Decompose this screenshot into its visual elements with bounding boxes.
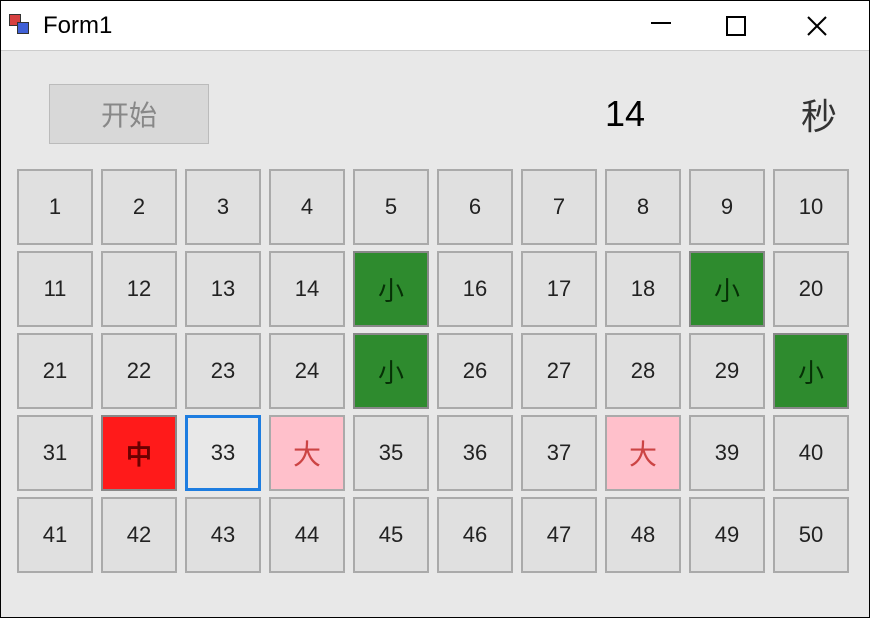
- grid-cell-26[interactable]: 26: [437, 333, 513, 409]
- grid-cell-42[interactable]: 42: [101, 497, 177, 573]
- grid-cell-32[interactable]: 中: [101, 415, 177, 491]
- grid-cell-36[interactable]: 36: [437, 415, 513, 491]
- grid-cell-44[interactable]: 44: [269, 497, 345, 573]
- grid-cell-41[interactable]: 41: [17, 497, 93, 573]
- grid-cell-9[interactable]: 9: [689, 169, 765, 245]
- minimize-button[interactable]: [645, 11, 677, 41]
- grid-cell-30[interactable]: 小: [773, 333, 849, 409]
- window-title: Form1: [43, 12, 645, 40]
- grid-cell-48[interactable]: 48: [605, 497, 681, 573]
- grid-cell-31[interactable]: 31: [17, 415, 93, 491]
- grid-cell-2[interactable]: 2: [101, 169, 177, 245]
- grid-cell-3[interactable]: 3: [185, 169, 261, 245]
- grid-cell-10[interactable]: 10: [773, 169, 849, 245]
- grid-cell-38[interactable]: 大: [605, 415, 681, 491]
- grid-cell-7[interactable]: 7: [521, 169, 597, 245]
- grid-cell-47[interactable]: 47: [521, 497, 597, 573]
- app-icon: [9, 14, 33, 38]
- grid-cell-5[interactable]: 5: [353, 169, 429, 245]
- grid-cell-12[interactable]: 12: [101, 251, 177, 327]
- grid-cell-29[interactable]: 29: [689, 333, 765, 409]
- grid-cell-46[interactable]: 46: [437, 497, 513, 573]
- start-button[interactable]: 开始: [49, 84, 209, 144]
- grid-cell-34[interactable]: 大: [269, 415, 345, 491]
- grid-cell-33[interactable]: 33: [185, 415, 261, 491]
- grid-cell-16[interactable]: 16: [437, 251, 513, 327]
- grid-cell-40[interactable]: 40: [773, 415, 849, 491]
- grid-cell-28[interactable]: 28: [605, 333, 681, 409]
- window-frame: Form1 开始 14 秒 1234567891011121314小161718…: [0, 0, 870, 618]
- grid-cell-45[interactable]: 45: [353, 497, 429, 573]
- grid-cell-43[interactable]: 43: [185, 497, 261, 573]
- maximize-button[interactable]: [725, 15, 757, 37]
- close-button[interactable]: [805, 14, 837, 38]
- titlebar: Form1: [1, 1, 869, 51]
- grid-cell-21[interactable]: 21: [17, 333, 93, 409]
- grid-cell-27[interactable]: 27: [521, 333, 597, 409]
- grid-cell-18[interactable]: 18: [605, 251, 681, 327]
- top-panel: 开始 14 秒: [1, 51, 869, 161]
- grid-cell-24[interactable]: 24: [269, 333, 345, 409]
- grid-cell-22[interactable]: 22: [101, 333, 177, 409]
- grid-cell-49[interactable]: 49: [689, 497, 765, 573]
- grid-cell-37[interactable]: 37: [521, 415, 597, 491]
- grid-cell-25[interactable]: 小: [353, 333, 429, 409]
- grid-cell-14[interactable]: 14: [269, 251, 345, 327]
- grid-cell-15[interactable]: 小: [353, 251, 429, 327]
- grid-cell-11[interactable]: 11: [17, 251, 93, 327]
- grid-cell-19[interactable]: 小: [689, 251, 765, 327]
- grid-cell-6[interactable]: 6: [437, 169, 513, 245]
- grid-cell-20[interactable]: 20: [773, 251, 849, 327]
- grid-cell-39[interactable]: 39: [689, 415, 765, 491]
- counter-value: 14: [209, 93, 801, 135]
- seconds-label: 秒: [801, 88, 845, 140]
- grid-cell-8[interactable]: 8: [605, 169, 681, 245]
- grid-cell-13[interactable]: 13: [185, 251, 261, 327]
- window-controls: [645, 11, 861, 41]
- grid-cell-4[interactable]: 4: [269, 169, 345, 245]
- cell-grid: 1234567891011121314小161718小2021222324小26…: [1, 161, 869, 589]
- grid-cell-50[interactable]: 50: [773, 497, 849, 573]
- grid-cell-17[interactable]: 17: [521, 251, 597, 327]
- grid-cell-35[interactable]: 35: [353, 415, 429, 491]
- grid-cell-1[interactable]: 1: [17, 169, 93, 245]
- grid-cell-23[interactable]: 23: [185, 333, 261, 409]
